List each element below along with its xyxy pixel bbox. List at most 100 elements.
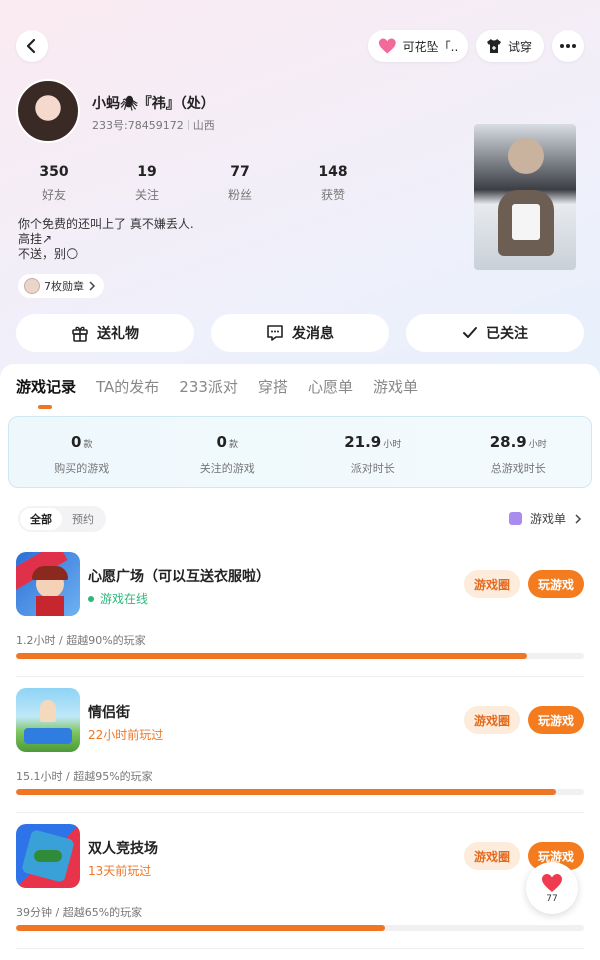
send-gift-label: 送礼物 [97,326,139,342]
summary-total-time: 28.9 小时 总游戏时长 [446,417,592,487]
game-circle-button[interactable]: 游戏圈 [464,842,520,870]
more-button[interactable] [552,30,584,62]
filter-reserve[interactable]: 预约 [62,508,104,530]
play-game-button[interactable]: 玩游戏 [528,706,584,734]
profile-meta: 233号:78459172 山西 [92,117,215,133]
play-progress-bar [16,789,584,795]
tab-outfits[interactable]: 穿搭 [258,376,288,397]
gamelist-link[interactable]: 游戏单 [508,510,582,527]
summary-label: 总游戏时长 [490,462,546,475]
game-circle-button[interactable]: 游戏圈 [464,570,520,598]
medal-badge-button[interactable]: 7枚勋章 [18,274,104,298]
heart-icon [378,38,396,54]
content-panel: 游戏记录 TA的发布 233派对 穿搭 心愿单 游戏单 0款 购买的游戏 0款 … [0,364,600,960]
filter-all[interactable]: 全部 [20,508,62,530]
stat-value: 148 [318,164,348,180]
summary-label: 派对时长 [350,462,395,475]
send-gift-button[interactable]: 送礼物 [16,314,194,352]
game-status: 游戏在线 [88,590,148,607]
medal-icon [24,278,40,294]
progress-fill [16,653,528,659]
summary-purchased: 0款 购买的游戏 [9,417,155,487]
stat-value: 350 [39,164,69,180]
game-icon-couple-street[interactable] [16,688,80,752]
game-item[interactable]: 心愿广场（可以互送衣服啦） 游戏在线 游戏圈 玩游戏 1.2小时 / 超越90%… [0,552,600,688]
send-message-button[interactable]: 发消息 [211,314,389,352]
shirt-icon [487,39,501,53]
summary-unit: 小时 [528,440,547,450]
stat-friends[interactable]: 350 好友 [24,164,84,203]
stat-likes[interactable]: 148 获赞 [303,164,363,203]
gamelist-label: 游戏单 [529,512,566,526]
chevron-left-icon [26,38,36,54]
stat-fans[interactable]: 77 粉丝 [210,164,270,203]
divider [16,676,584,677]
game-title: 双人竞技场 [88,841,158,857]
summary-unit: 款 [83,440,93,450]
game-filter: 全部 预约 [18,506,106,532]
game-icon-wish-square[interactable] [16,552,80,616]
gift-icon [72,326,88,342]
followed-button[interactable]: 已关注 [406,314,584,352]
character-shirt [512,204,540,240]
chevron-right-icon [575,513,582,524]
summary-value: 28.9 [489,433,527,451]
stat-label: 关注 [134,188,159,202]
divider [16,948,584,949]
stat-label: 获赞 [320,188,345,202]
bio-line: 不送，别🌕 [18,247,79,261]
message-icon [267,325,283,341]
game-circle-button[interactable]: 游戏圈 [464,706,520,734]
summary-followed: 0款 关注的游戏 [155,417,301,487]
avatar[interactable] [16,79,80,143]
tab-wishlist[interactable]: 心愿单 [308,376,353,397]
character-avatar[interactable] [474,124,576,270]
bio-line: 你个免费的还叫上了 真不嫌丢人. [18,217,194,231]
profile-tabs: 游戏记录 TA的发布 233派对 穿搭 心愿单 游戏单 [16,376,418,409]
game-icon-duel-arena[interactable] [16,824,80,888]
tab-posts[interactable]: TA的发布 [96,376,159,397]
stat-label: 好友 [41,188,66,202]
game-stat: 1.2小时 / 超越90%的玩家 [16,634,146,647]
summary-value: 0 [216,433,227,451]
like-count: 77 [546,893,558,904]
game-stat: 39分钟 / 超越65%的玩家 [16,906,143,919]
game-summary-card: 0款 购买的游戏 0款 关注的游戏 21.9 小时 派对时长 28.9 小时 总游戏… [8,416,592,488]
summary-unit: 小时 [383,440,402,450]
game-title: 情侣街 [88,705,130,721]
user-id: 233号:78459172 [92,119,184,132]
game-item[interactable]: 情侣街 22小时前玩过 游戏圈 玩游戏 15.1小时 / 超越95%的玩家 [0,688,600,824]
tab-game-lists[interactable]: 游戏单 [373,376,418,397]
check-icon [463,327,477,338]
pendant-label: 可花坠「... [402,39,458,54]
character-head [508,138,544,174]
summary-value: 0 [71,433,82,451]
stat-following[interactable]: 19 关注 [117,164,177,203]
medal-count: 7枚勋章 [44,280,84,293]
game-title: 心愿广场（可以互送衣服啦） [88,569,270,585]
pendant-button[interactable]: 可花坠「... [368,30,468,62]
game-item[interactable]: 双人竞技场 13天前玩过 游戏圈 玩游戏 39分钟 / 超越65%的玩家 [0,824,600,960]
back-button[interactable] [16,30,48,62]
summary-label: 关注的游戏 [199,462,255,475]
tab-party[interactable]: 233派对 [179,376,238,397]
heart-icon [542,873,562,892]
stat-label: 粉丝 [227,188,252,202]
progress-fill [16,789,556,795]
game-status: 13天前玩过 [88,862,151,879]
game-status: 22小时前玩过 [88,726,163,743]
profile-name: 小蚂🕷『祎』（处） [92,96,215,112]
send-message-label: 发消息 [292,326,334,342]
profile-bio: 你个免费的还叫上了 真不嫌丢人. 高挂↗ 不送，别🌕 [18,217,194,262]
chevron-right-icon [89,281,96,291]
progress-fill [16,925,386,931]
summary-label: 购买的游戏 [54,462,110,475]
play-game-button[interactable]: 玩游戏 [528,570,584,598]
tryon-label: 试穿 [508,39,533,54]
game-status-text: 游戏在线 [100,592,149,606]
like-float-button[interactable]: 77 [526,862,578,914]
stat-value: 77 [230,164,250,180]
tryon-button[interactable]: 试穿 [476,30,544,62]
profile-header: 可花坠「... 试穿 小蚂🕷『祎』（处） 233号:78459172 山西 35… [0,0,600,370]
tab-game-records[interactable]: 游戏记录 [16,376,76,409]
